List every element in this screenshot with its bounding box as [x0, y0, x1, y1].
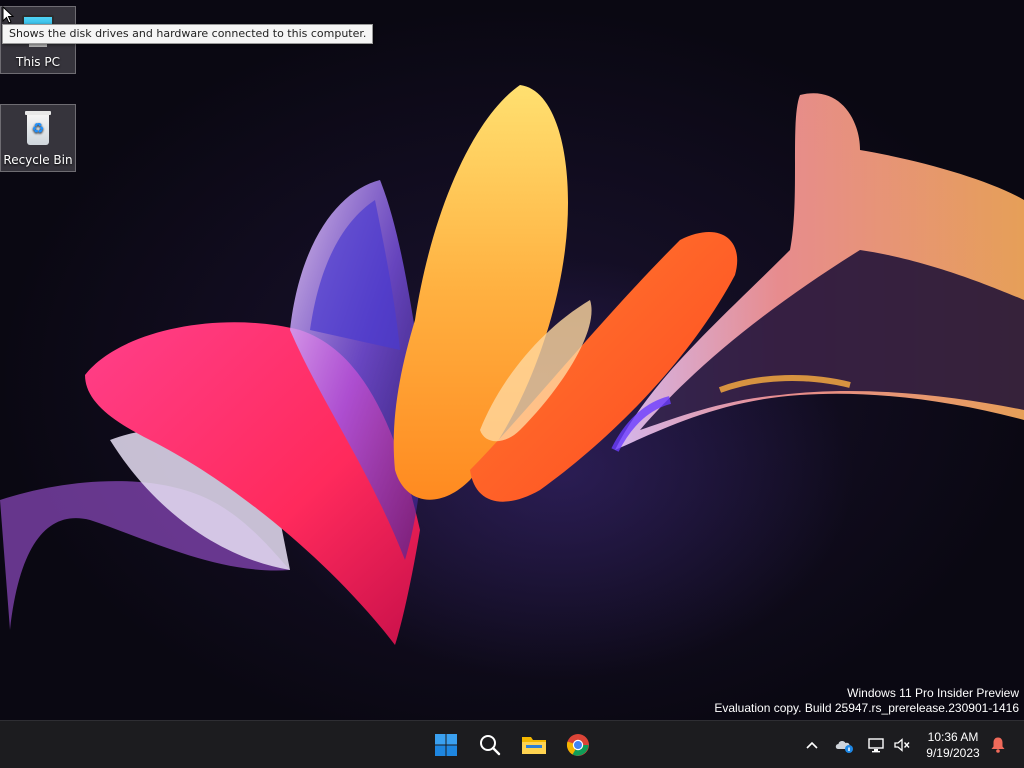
desktop[interactable]: This PC ♻ Recycle Bin Shows the disk dri…: [0, 0, 1024, 720]
desktop-icon-label: This PC: [16, 55, 60, 69]
chrome-icon: [566, 734, 589, 756]
onedrive-icon: [835, 741, 853, 753]
search-button[interactable]: [472, 727, 508, 763]
search-icon: [480, 735, 501, 756]
volume-tray-button[interactable]: [890, 733, 914, 757]
recycle-bin-icon: ♻: [18, 109, 58, 149]
network-tray-button[interactable]: [864, 733, 888, 757]
desktop-icon-recycle-bin[interactable]: ♻ Recycle Bin: [0, 104, 76, 172]
clock-time: 10:36 AM: [927, 730, 979, 744]
chrome-button[interactable]: [560, 727, 596, 763]
folder-icon: [522, 737, 546, 754]
mouse-cursor-icon: [2, 6, 14, 24]
tooltip: Shows the disk drives and hardware conne…: [2, 24, 374, 44]
network-icon: [868, 738, 884, 753]
taskbar: 10:36 AM 9/19/2023: [0, 720, 1024, 768]
onedrive-tray-button[interactable]: [832, 733, 856, 757]
chevron-up-icon: [806, 741, 818, 749]
start-button[interactable]: [428, 727, 464, 763]
volume-muted-icon: [894, 738, 910, 752]
notification-bell-icon: [991, 737, 1005, 753]
evaluation-watermark: Windows 11 Pro Insider Preview Evaluatio…: [714, 686, 1019, 716]
desktop-icon-label: Recycle Bin: [3, 153, 73, 167]
clock-date: 9/19/2023: [926, 746, 980, 760]
show-hidden-icons-button[interactable]: [800, 733, 824, 757]
wallpaper-bloom-image: [0, 85, 1024, 645]
clock[interactable]: 10:36 AM 9/19/2023: [918, 729, 988, 761]
watermark-edition: Windows 11 Pro Insider Preview: [847, 686, 1019, 700]
notifications-button[interactable]: [986, 733, 1010, 757]
file-explorer-button[interactable]: [516, 727, 552, 763]
watermark-build: Evaluation copy. Build 25947.rs_prerelea…: [714, 701, 1019, 715]
windows-logo-icon: [435, 734, 457, 756]
